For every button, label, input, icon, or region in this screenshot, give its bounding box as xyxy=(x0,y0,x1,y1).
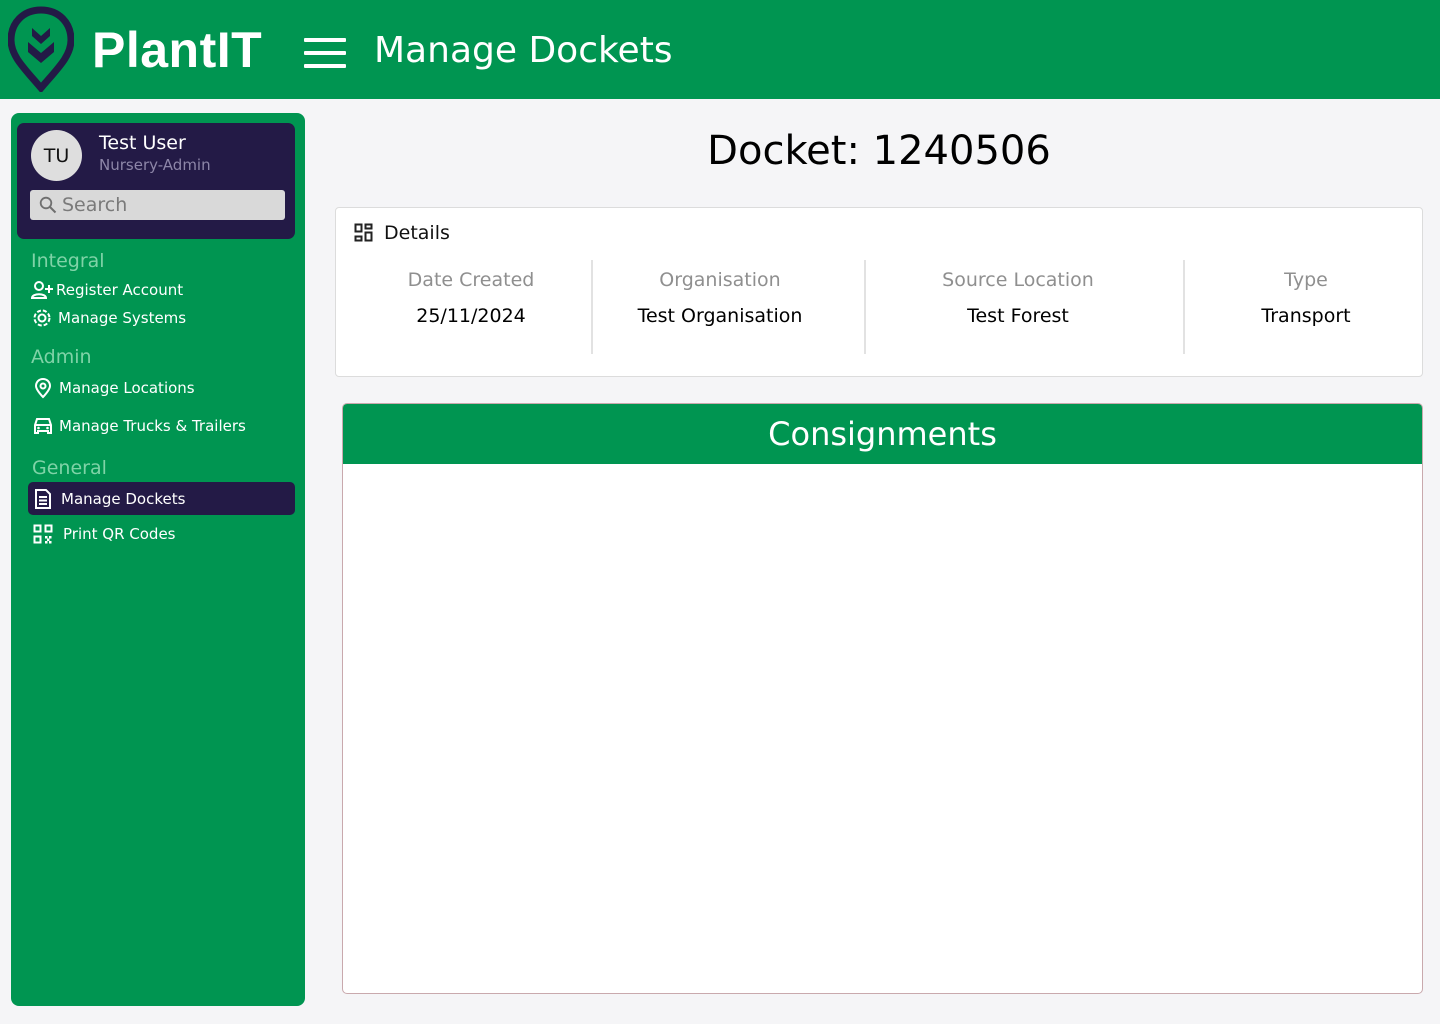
sidebar: TU Test User Nursery-Admin Integral Regi… xyxy=(11,113,305,1006)
section-label-integral: Integral xyxy=(31,250,105,272)
detail-source-location: Source Location Test Forest xyxy=(896,260,1140,354)
detail-organisation: Organisation Test Organisation xyxy=(606,260,834,354)
sidebar-item-manage-dockets[interactable]: Manage Dockets xyxy=(28,482,295,515)
search-field[interactable] xyxy=(30,190,285,220)
detail-value: 25/11/2024 xyxy=(416,305,526,327)
consignments-panel: Consignments xyxy=(342,403,1423,994)
sidebar-item-label: Manage Trucks & Trailers xyxy=(59,416,246,435)
brand-name: PlantIT xyxy=(92,22,263,78)
sidebar-item-manage-trucks-trailers[interactable]: Manage Trucks & Trailers xyxy=(31,409,298,442)
hamburger-icon-bar xyxy=(304,64,346,68)
detail-label: Date Created xyxy=(407,269,535,291)
sidebar-item-label: Manage Systems xyxy=(58,308,187,327)
user-card: TU Test User Nursery-Admin xyxy=(17,123,295,239)
dashboard-icon xyxy=(354,223,373,242)
detail-date-created: Date Created 25/11/2024 xyxy=(376,260,566,354)
hamburger-icon-bar xyxy=(304,51,346,55)
detail-label: Source Location xyxy=(942,269,1094,291)
search-icon xyxy=(39,196,57,214)
sidebar-item-manage-locations[interactable]: Manage Locations xyxy=(31,371,298,404)
detail-divider xyxy=(1183,260,1185,354)
user-role: Nursery-Admin xyxy=(99,156,211,174)
details-heading: Details xyxy=(384,222,450,244)
detail-value: Transport xyxy=(1261,305,1351,327)
car-icon xyxy=(31,414,55,438)
detail-label: Type xyxy=(1284,269,1328,291)
map-pin-icon xyxy=(31,376,55,400)
docket-title: Docket: 1240506 xyxy=(707,128,1051,174)
menu-toggle-button[interactable] xyxy=(304,38,346,68)
qr-code-icon xyxy=(31,522,55,546)
sidebar-item-manage-systems[interactable]: Manage Systems xyxy=(30,301,297,334)
avatar[interactable]: TU xyxy=(31,130,82,181)
plantit-logo-icon xyxy=(8,6,74,92)
detail-value: Test Organisation xyxy=(637,305,803,327)
section-label-admin: Admin xyxy=(31,346,92,368)
details-card: Details Date Created 25/11/2024 Organisa… xyxy=(335,207,1423,377)
user-plus-icon xyxy=(30,278,54,302)
detail-label: Organisation xyxy=(659,269,781,291)
document-icon xyxy=(31,487,55,511)
search-input[interactable] xyxy=(62,194,272,216)
section-label-general: General xyxy=(32,457,107,479)
detail-divider xyxy=(591,260,593,354)
detail-divider xyxy=(864,260,866,354)
hamburger-icon-bar xyxy=(304,38,346,42)
sidebar-item-label: Manage Locations xyxy=(59,378,195,397)
user-name: Test User xyxy=(99,132,186,154)
sidebar-item-print-qr-codes[interactable]: Print QR Codes xyxy=(31,517,298,550)
consignments-heading: Consignments xyxy=(343,404,1422,464)
sidebar-item-label: Register Account xyxy=(56,280,184,299)
detail-type: Type Transport xyxy=(1206,260,1406,354)
top-app-bar: PlantIT Manage Dockets xyxy=(0,0,1440,99)
sidebar-item-label: Print QR Codes xyxy=(63,524,176,543)
gear-icon xyxy=(30,306,54,330)
details-header: Details xyxy=(354,222,450,244)
sidebar-item-label: Manage Dockets xyxy=(61,489,186,508)
page-title: Manage Dockets xyxy=(374,30,673,71)
detail-value: Test Forest xyxy=(967,305,1069,327)
